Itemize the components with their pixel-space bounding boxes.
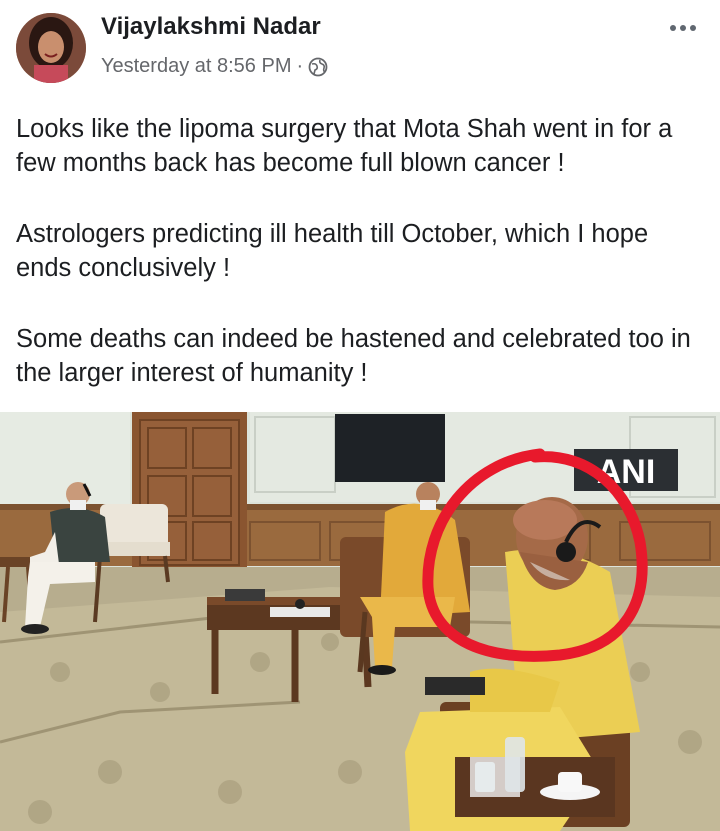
post-photo[interactable]: ANI <box>0 412 720 831</box>
globe-icon <box>308 57 328 76</box>
meta-separator: · <box>296 55 304 77</box>
more-options-icon[interactable] <box>668 22 698 34</box>
post-paragraph: Some deaths can indeed be hastened and c… <box>16 325 691 387</box>
post-paragraph: Looks like the lipoma surgery that Mota … <box>16 115 673 177</box>
author-name[interactable]: Vijaylakshmi Nadar <box>101 13 321 41</box>
avatar-photo <box>16 13 86 83</box>
post-body: Looks like the lipoma surgery that Mota … <box>16 112 706 427</box>
meeting-room-image: ANI <box>0 412 720 831</box>
post-paragraph: Astrologers predicting ill health till O… <box>16 220 649 282</box>
post-meta: Yesterday at 8:56 PM · <box>101 55 328 78</box>
facebook-post: Vijaylakshmi Nadar Yesterday at 8:56 PM … <box>0 0 720 831</box>
author-avatar[interactable] <box>16 13 86 83</box>
post-timestamp[interactable]: Yesterday at 8:56 PM <box>101 55 292 78</box>
post-header: Vijaylakshmi Nadar Yesterday at 8:56 PM … <box>0 0 720 96</box>
